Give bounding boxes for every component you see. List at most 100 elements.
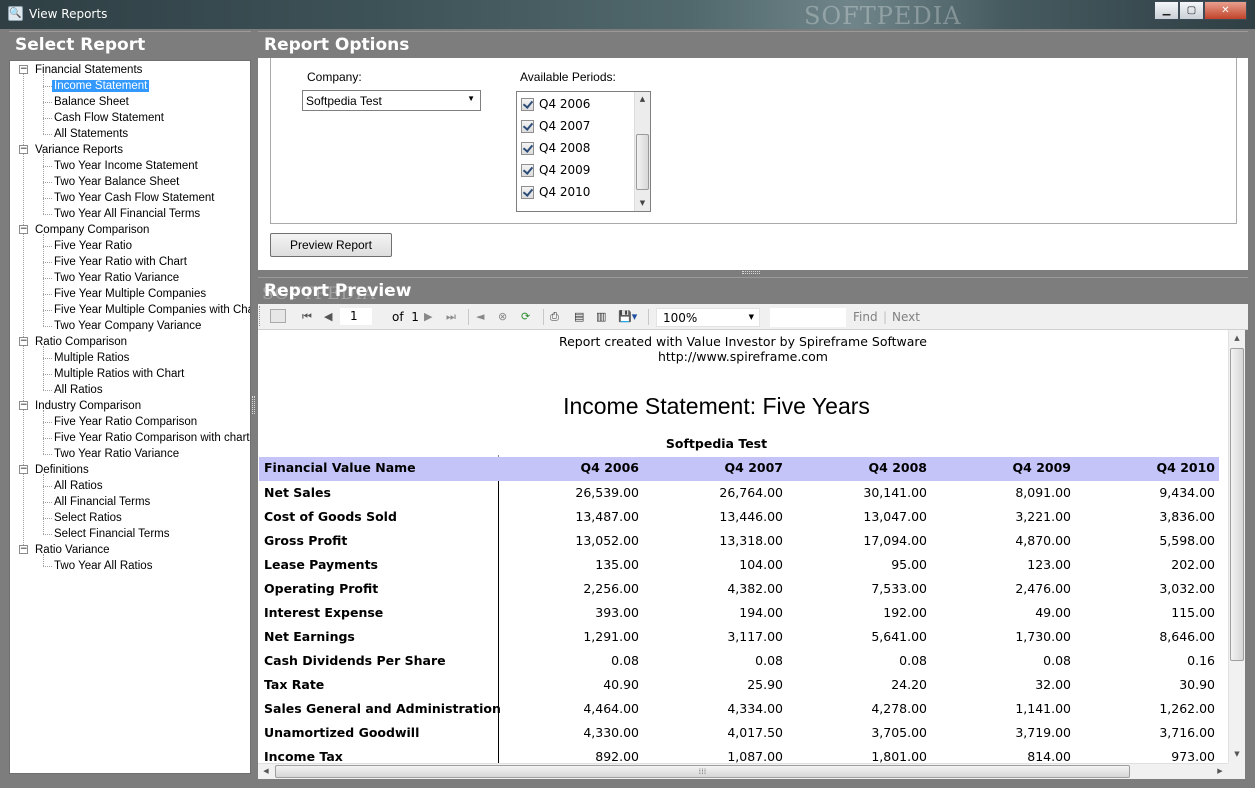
tree-report-item[interactable]: All Ratios — [52, 382, 105, 398]
report-vertical-scrollbar[interactable]: ▲ ▼ — [1228, 330, 1245, 763]
report-credit: Report created with Value Investor by Sp… — [558, 334, 927, 349]
tree-group-item[interactable]: Definitions — [33, 462, 91, 478]
report-horizontal-scrollbar[interactable]: ◀ ⁞⁞⁞ ▶ — [258, 763, 1228, 779]
tree-connector — [43, 534, 52, 535]
first-page-icon[interactable]: ⏮ — [302, 310, 312, 324]
periods-scrollbar[interactable]: ▲ ▼ — [634, 92, 650, 211]
scroll-left-icon[interactable]: ◀ — [258, 764, 274, 779]
scroll-down-icon[interactable]: ▼ — [1229, 746, 1245, 763]
previous-page-icon[interactable]: ◀ — [324, 310, 332, 323]
tree-report-item[interactable]: Income Statement — [52, 78, 150, 94]
tree-report-item[interactable]: Two Year All Financial Terms — [52, 206, 202, 222]
tree-report-item[interactable]: All Ratios — [52, 478, 105, 494]
period-checkbox-row[interactable]: Q4 2007 — [521, 115, 590, 137]
tree-report-item[interactable]: Five Year Multiple Companies with Chart — [52, 302, 250, 318]
zoom-select[interactable]: 100% ▼ — [656, 308, 760, 327]
checkbox-checked-icon[interactable] — [521, 141, 534, 155]
report-title: Income Statement: Five Years — [563, 393, 870, 419]
tree-report-item[interactable]: Five Year Ratio with Chart — [52, 254, 189, 270]
print-layout-icon[interactable]: ▤ — [574, 310, 584, 323]
checkbox-checked-icon[interactable] — [521, 119, 534, 133]
find-link[interactable]: Find — [853, 310, 878, 324]
scroll-thumb[interactable] — [1230, 348, 1244, 661]
back-icon[interactable]: ◄ — [476, 310, 484, 323]
horizontal-splitter[interactable] — [742, 271, 760, 274]
period-checkbox-row[interactable]: Q4 2010 — [521, 181, 590, 203]
scroll-thumb[interactable]: ⁞⁞⁞ — [275, 765, 1130, 778]
tree-report-item[interactable]: All Financial Terms — [52, 494, 152, 510]
tree-report-item[interactable]: Two Year Balance Sheet — [52, 174, 181, 190]
scroll-up-icon[interactable]: ▲ — [1229, 330, 1245, 347]
tree-report-item[interactable]: Select Ratios — [52, 510, 124, 526]
tree-collapse-icon[interactable]: − — [19, 145, 28, 154]
table-row: Cash Dividends Per Share 0.08 0.08 0.08 0.08… — [259, 649, 1219, 673]
preview-report-button[interactable]: Preview Report — [270, 233, 392, 257]
tree-group-item[interactable]: Ratio Comparison — [33, 334, 129, 350]
tree-report-item[interactable]: Balance Sheet — [52, 94, 131, 110]
tree-collapse-icon[interactable]: − — [19, 225, 28, 234]
tree-report-item[interactable]: All Statements — [52, 126, 130, 142]
close-button[interactable]: ✕ — [1204, 1, 1247, 20]
period-checkbox-row[interactable]: Q4 2009 — [521, 159, 590, 181]
period-checkbox-row[interactable]: Q4 2008 — [521, 137, 590, 159]
maximize-button[interactable]: ▢ — [1179, 1, 1204, 20]
checkbox-checked-icon[interactable] — [521, 185, 534, 199]
print-icon[interactable]: ⎙ — [550, 310, 559, 324]
tree-report-item[interactable]: Multiple Ratios — [52, 350, 131, 366]
tree-report-item[interactable]: Two Year Ratio Variance — [52, 270, 181, 286]
find-text-input[interactable] — [770, 308, 846, 327]
stop-icon[interactable]: ⊗ — [498, 310, 507, 323]
tree-collapse-icon[interactable]: − — [19, 545, 28, 554]
refresh-icon[interactable]: ⟳ — [521, 310, 530, 323]
tree-report-label: Five Year Ratio — [54, 240, 132, 252]
tree-group-item[interactable]: Ratio Variance — [33, 542, 112, 558]
document-map-icon[interactable] — [270, 309, 286, 323]
tree-report-item[interactable]: Multiple Ratios with Chart — [52, 366, 186, 382]
tree-report-item[interactable]: Two Year All Ratios — [52, 558, 154, 574]
row-label: Interest Expense — [264, 605, 384, 620]
tree-collapse-icon[interactable]: − — [19, 65, 28, 74]
tree-collapse-icon[interactable]: − — [19, 401, 28, 410]
tree-collapse-icon[interactable]: − — [19, 465, 28, 474]
scroll-right-icon[interactable]: ▶ — [1212, 764, 1228, 779]
window-titlebar[interactable]: 🔍 View Reports SOFTPEDIA ▁ ▢ ✕ — [0, 0, 1255, 30]
report-tree[interactable]: − Financial Statements Income Statement Bal… — [9, 60, 251, 774]
checkbox-checked-icon[interactable] — [521, 97, 534, 111]
tree-report-item[interactable]: Two Year Cash Flow Statement — [52, 190, 216, 206]
tree-group-item[interactable]: Variance Reports — [33, 142, 125, 158]
page-setup-icon[interactable]: ▥ — [596, 310, 606, 323]
tree-report-item[interactable]: Cash Flow Statement — [52, 110, 166, 126]
tree-report-item[interactable]: Five Year Multiple Companies — [52, 286, 208, 302]
tree-report-label: Two Year Income Statement — [54, 160, 198, 172]
tree-report-item[interactable]: Select Financial Terms — [52, 526, 171, 542]
next-link[interactable]: Next — [892, 310, 920, 324]
last-page-icon[interactable]: ⏭ — [446, 310, 456, 324]
toolbar-grip[interactable] — [259, 306, 261, 326]
tree-group-label: Industry Comparison — [35, 400, 142, 412]
app-magnifier-icon: 🔍 — [8, 6, 23, 21]
next-page-icon[interactable]: ▶ — [424, 310, 432, 323]
tree-collapse-icon[interactable]: − — [19, 337, 28, 346]
export-save-icon[interactable]: 💾▾ — [618, 310, 637, 323]
tree-report-label: Two Year All Ratios — [54, 560, 153, 572]
scroll-up-icon[interactable]: ▲ — [635, 92, 650, 107]
tree-report-item[interactable]: Two Year Company Variance — [52, 318, 203, 334]
minimize-button[interactable]: ▁ — [1154, 1, 1179, 20]
periods-checklist[interactable]: ▲ ▼ Q4 2006 Q4 2007 Q4 2008 Q4 2009 Q4 2010 — [516, 91, 651, 212]
tree-group-item[interactable]: Financial Statements — [33, 62, 144, 78]
checkbox-checked-icon[interactable] — [521, 163, 534, 177]
scroll-down-icon[interactable]: ▼ — [635, 196, 650, 211]
tree-report-item[interactable]: Five Year Ratio Comparison — [52, 414, 199, 430]
tree-group-item[interactable]: Industry Comparison — [33, 398, 143, 414]
tree-report-item[interactable]: Two Year Ratio Variance — [52, 446, 181, 462]
cell-value: 32.00 — [1035, 677, 1071, 692]
scroll-thumb[interactable] — [636, 134, 649, 190]
tree-report-item[interactable]: Two Year Income Statement — [52, 158, 200, 174]
tree-group-item[interactable]: Company Comparison — [33, 222, 151, 238]
tree-report-item[interactable]: Five Year Ratio — [52, 238, 134, 254]
vertical-splitter[interactable] — [252, 396, 255, 414]
company-select[interactable]: Softpedia Test ▼ — [302, 90, 481, 111]
tree-report-item[interactable]: Five Year Ratio Comparison with chart — [52, 430, 250, 446]
period-checkbox-row[interactable]: Q4 2006 — [521, 93, 590, 115]
page-number-input[interactable]: 1 — [340, 308, 372, 325]
